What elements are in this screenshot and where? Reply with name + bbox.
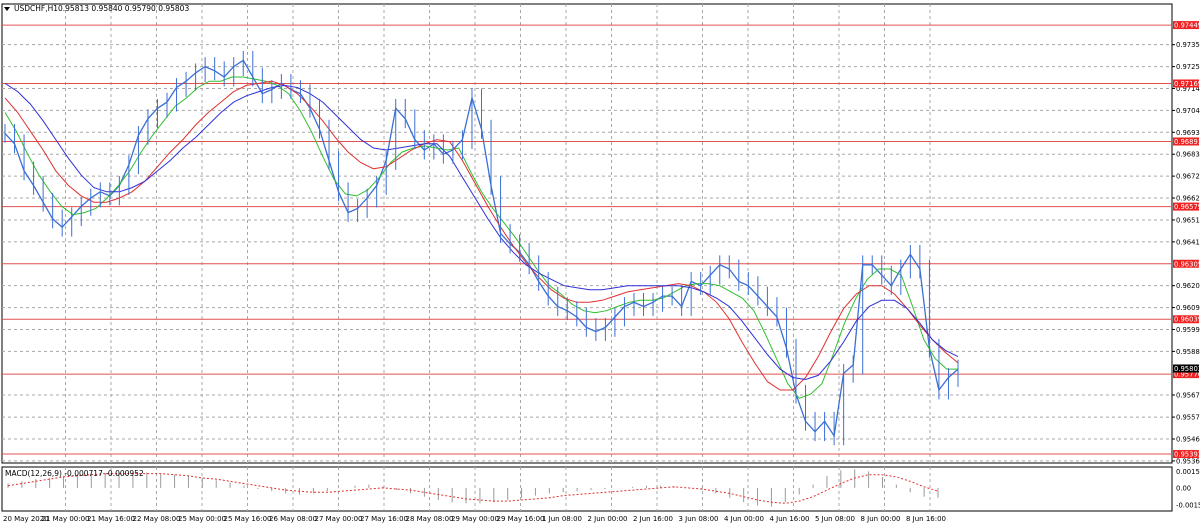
chart-window: 20 May 2020 21 May 00:00 21 May 16:00 22 Ma… bbox=[0, 0, 1200, 527]
macd-y-tick-label: 0.00150 bbox=[1176, 468, 1200, 476]
y-tick-label: 0.97250 bbox=[1176, 63, 1200, 71]
y-tick-label: 0.97355 bbox=[1176, 41, 1200, 49]
x-tick-label: 5 Jun 08:00 bbox=[815, 515, 855, 523]
x-tick-label: 3 Jun 08:00 bbox=[679, 515, 719, 523]
x-tick-label: 27 May 16:00 bbox=[360, 515, 408, 523]
y-tick-label: 0.96095 bbox=[1176, 304, 1200, 312]
x-tick-label: 8 Jun 16:00 bbox=[906, 515, 946, 523]
current-price-label: 0.95803 bbox=[1174, 365, 1200, 373]
chart-canvas: 20 May 202021 May 00:0021 May 16:0022 Ma… bbox=[0, 0, 1200, 527]
y-tick-label: 0.95570 bbox=[1176, 414, 1200, 422]
y-tick-label: 0.95676 bbox=[1176, 391, 1200, 399]
x-tick-label: 2 Jun 00:00 bbox=[588, 515, 628, 523]
y-tick-label: 0.96200 bbox=[1176, 282, 1200, 290]
y-tick-label: 0.95465 bbox=[1176, 436, 1200, 444]
x-tick-label: 2 Jun 16:00 bbox=[633, 515, 673, 523]
y-tick-label: 0.96935 bbox=[1176, 129, 1200, 137]
y-tick-label: 0.96410 bbox=[1176, 238, 1200, 246]
level-tag-label: 0.97449 bbox=[1174, 22, 1200, 30]
x-tick-label: 25 May 00:00 bbox=[178, 515, 226, 523]
y-tick-label: 0.96725 bbox=[1176, 173, 1200, 181]
x-tick-label: 27 May 00:00 bbox=[315, 515, 363, 523]
macd-y-tick-label: 0.00 bbox=[1176, 484, 1191, 492]
y-tick-label: 0.96515 bbox=[1176, 216, 1200, 224]
chart-header: USDCHF,H1 0.95813 0.95840 0.95790 0.9580… bbox=[4, 4, 189, 13]
y-tick-label: 0.96830 bbox=[1176, 151, 1200, 159]
x-tick-label: 29 May 16:00 bbox=[497, 515, 545, 523]
x-tick-label: 25 May 16:00 bbox=[224, 515, 272, 523]
y-tick-label: 0.95885 bbox=[1176, 348, 1200, 356]
macd-label: MACD(12,26,9) -0.000717 -0.000952 bbox=[5, 469, 144, 478]
x-tick-label: 8 Jun 00:00 bbox=[861, 515, 901, 523]
ohlc-label: 0.95813 0.95840 0.95790 0.95803 bbox=[58, 4, 189, 13]
x-tick-label: 21 May 00:00 bbox=[42, 515, 90, 523]
x-tick-label: 4 Jun 16:00 bbox=[770, 515, 810, 523]
level-tag-label: 0.96579 bbox=[1174, 203, 1200, 211]
symbol-label: USDCHF,H1 bbox=[14, 4, 58, 13]
level-tag-label: 0.96891 bbox=[1174, 138, 1200, 146]
level-tag-label: 0.96305 bbox=[1174, 260, 1200, 268]
macd-y-tick-label: -0.00155 bbox=[1176, 501, 1200, 509]
x-tick-label: 28 May 08:00 bbox=[406, 515, 454, 523]
level-tag-label: 0.96039 bbox=[1174, 316, 1200, 324]
y-tick-label: 0.96620 bbox=[1176, 195, 1200, 203]
x-tick-label: 22 May 08:00 bbox=[133, 515, 181, 523]
y-tick-label: 0.95360 bbox=[1176, 457, 1200, 465]
x-tick-label: 29 May 00:00 bbox=[451, 515, 499, 523]
x-tick-label: 1 Jun 08:00 bbox=[542, 515, 582, 523]
x-tick-label: 21 May 16:00 bbox=[87, 515, 135, 523]
y-tick-label: 0.97040 bbox=[1176, 107, 1200, 115]
level-tag-label: 0.97169 bbox=[1174, 80, 1200, 88]
x-tick-label: 26 May 08:00 bbox=[269, 515, 317, 523]
level-tag-label: 0.95393 bbox=[1174, 451, 1200, 459]
y-tick-label: 0.95990 bbox=[1176, 326, 1200, 334]
x-tick-label: 4 Jun 00:00 bbox=[724, 515, 764, 523]
